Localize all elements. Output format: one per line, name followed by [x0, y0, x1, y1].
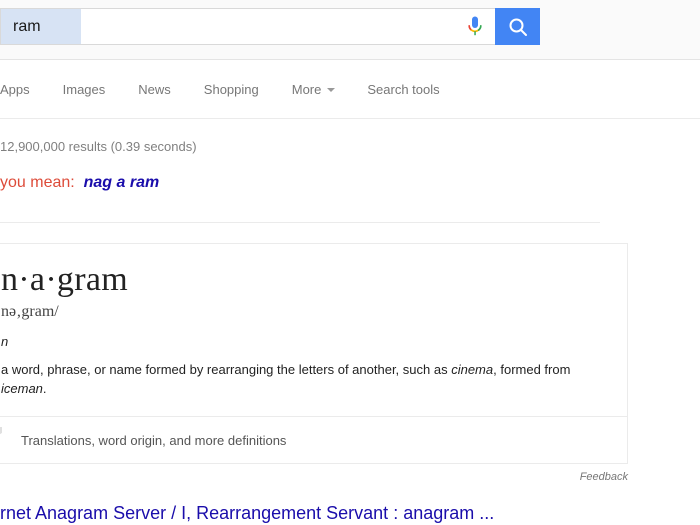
- nav-item-apps[interactable]: Apps: [0, 82, 30, 98]
- definition-phonetic: nə‚gram/: [1, 303, 59, 320]
- section-divider: [0, 222, 600, 223]
- did-you-mean: you mean: nag a ram: [0, 174, 159, 192]
- definition-text-prefix: a word, phrase, or name formed by rearra…: [1, 362, 452, 377]
- did-you-mean-link[interactable]: nag a ram: [84, 174, 160, 191]
- organic-result-title[interactable]: rnet Anagram Server / I, Rearrangement S…: [0, 501, 494, 525]
- definition-headword: n·a·gram: [1, 261, 128, 298]
- chevron-down-icon: [0, 427, 21, 453]
- nav-item-news[interactable]: News: [138, 82, 171, 98]
- did-you-mean-label: you mean:: [0, 174, 75, 191]
- result-stats: 12,900,000 results (0.39 seconds): [0, 139, 197, 154]
- definition-text: a word, phrase, or name formed by rearra…: [1, 360, 601, 398]
- definition-card-body: n·a·gram nə‚gram/ n a word, phrase, or n…: [0, 244, 627, 416]
- nav-item-search-tools[interactable]: Search tools: [367, 82, 439, 98]
- search-magnifier-icon: [509, 18, 527, 36]
- nav-item-more-label: More: [291, 82, 322, 97]
- definition-card: n·a·gram nə‚gram/ n a word, phrase, or n…: [0, 243, 628, 464]
- search-header: ram: [0, 0, 700, 60]
- search-nav-bar: Apps Images News Shopping More Search to…: [0, 60, 700, 119]
- definition-expand-row[interactable]: Translations, word origin, and more defi…: [0, 416, 627, 463]
- definition-expand-label: Translations, word origin, and more defi…: [21, 432, 287, 448]
- search-button[interactable]: [495, 8, 540, 45]
- google-search-results-page: ram Apps Images News Shopping More Searc…: [0, 0, 700, 525]
- nav-item-shopping[interactable]: Shopping: [204, 82, 259, 98]
- search-box[interactable]: ram: [0, 8, 540, 45]
- definition-text-middle: , formed from: [493, 362, 571, 377]
- microphone-icon[interactable]: [455, 9, 495, 44]
- search-input[interactable]: ram: [1, 9, 81, 44]
- search-nav-items: Apps Images News Shopping More Search to…: [0, 82, 473, 98]
- feedback-link[interactable]: Feedback: [580, 471, 628, 483]
- definition-text-suffix: .: [42, 381, 47, 396]
- feedback-row: Feedback: [0, 471, 628, 483]
- nav-item-more[interactable]: More: [292, 82, 336, 98]
- definition-example-one: cinema: [451, 362, 494, 377]
- definition-example-two: iceman: [1, 381, 43, 396]
- chevron-down-icon: [327, 88, 336, 92]
- nav-item-images[interactable]: Images: [63, 82, 106, 98]
- definition-part-of-speech: n: [1, 334, 9, 349]
